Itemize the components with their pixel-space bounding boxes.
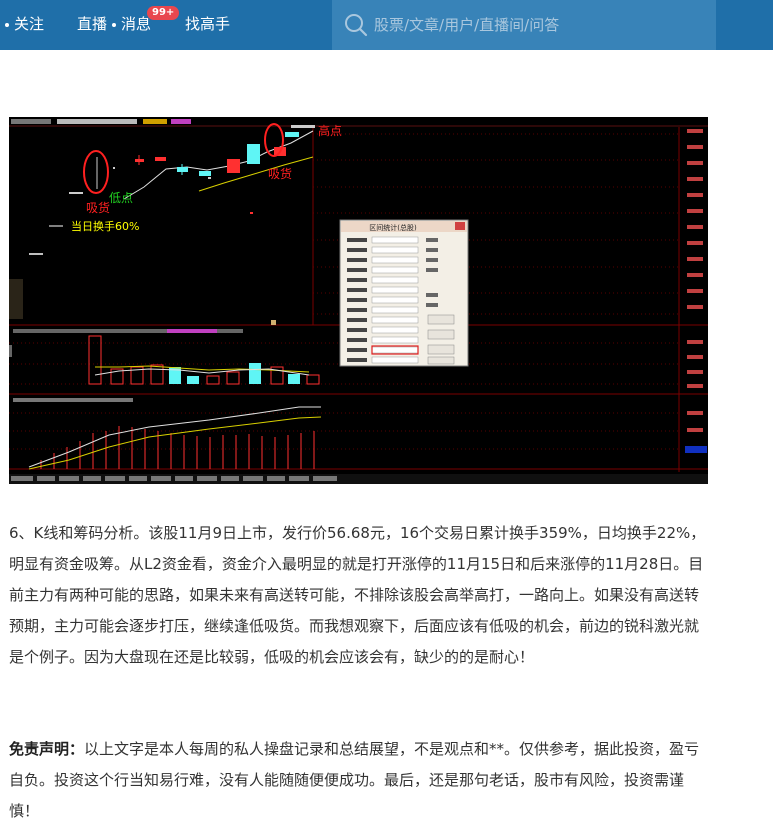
nav-item-follow[interactable]: 关注 [5, 0, 44, 50]
disclaimer-label: 免责声明： [9, 740, 85, 758]
bullet-icon [112, 22, 116, 27]
annotation-absorb-left: 吸货 [86, 200, 110, 215]
disclaimer-paragraph: 免责声明：以上文字是本人每周的私人操盘记录和总结展望，不是观点和**。仅供参考，… [9, 734, 709, 827]
search-input[interactable] [374, 10, 704, 40]
disclaimer-text: 以上文字是本人每周的私人操盘记录和总结展望，不是观点和**。仅供参考，据此投资，… [9, 740, 700, 820]
annotation-high-point: 高点 [318, 123, 342, 138]
stock-chart-screenshot: 高点 吸货 低点 吸货 当日换手60% 区间统计(总股) [9, 117, 708, 484]
message-count-badge: 99+ [147, 6, 180, 20]
annotation-low-point: 低点 [109, 191, 133, 205]
nav-label: 直播 [77, 15, 108, 33]
bullet-icon [5, 22, 9, 27]
nav-item-find-experts[interactable]: 找高手 [185, 0, 230, 50]
annotation-absorb-right: 吸货 [268, 166, 292, 181]
article-paragraph: 6、K线和筹码分析。该股11月9日上市，发行价56.68元，16个交易日累计换手… [9, 524, 706, 666]
interval-stats-dialog: 区间统计(总股) [339, 219, 469, 367]
search-icon[interactable] [344, 13, 368, 37]
annotation-turnover: 当日换手60% [71, 219, 139, 233]
nav-label: 消息 [121, 15, 152, 33]
nav-item-messages[interactable]: 消息 [112, 0, 151, 50]
nav-label: 找高手 [185, 15, 231, 33]
nav-item-live[interactable]: 直播 [77, 0, 107, 50]
dialog-title: 区间统计(总股) [369, 223, 417, 232]
nav-label: 关注 [14, 15, 45, 33]
